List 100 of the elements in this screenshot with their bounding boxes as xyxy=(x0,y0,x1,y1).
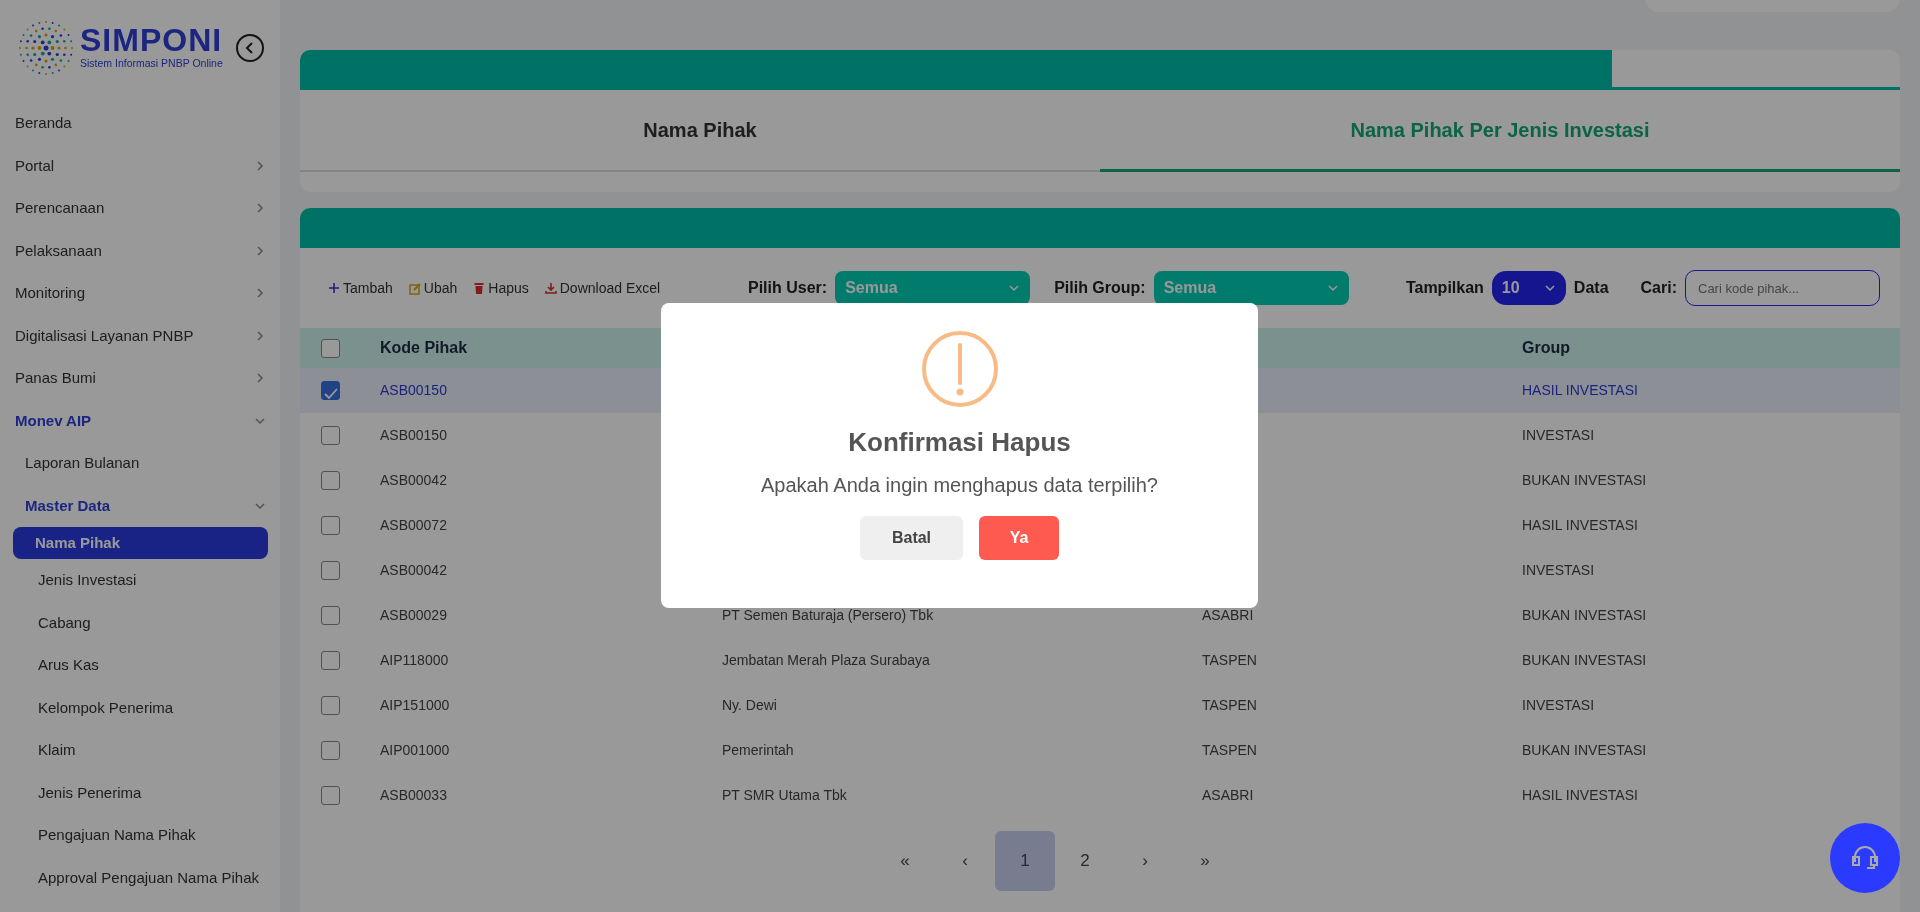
download-icon xyxy=(544,281,557,295)
sidebar-item[interactable]: Cabang xyxy=(0,601,280,644)
sidebar-item[interactable]: Beranda xyxy=(0,102,280,145)
table-cell: INVESTASI xyxy=(1522,427,1595,443)
page-size-label: Tampilkan xyxy=(1405,278,1484,298)
checkbox[interactable] xyxy=(321,471,340,490)
sidebar-item[interactable]: Perencanaan xyxy=(0,187,280,230)
table-cell: BUKAN INVESTASI xyxy=(1522,472,1647,488)
caret-icon xyxy=(1326,282,1339,294)
sidebar-item[interactable]: Monitoring xyxy=(0,272,280,315)
table-cell: ASB00150 xyxy=(380,427,447,443)
table-cell: HASIL INVESTASI xyxy=(1522,382,1638,398)
table-cell: PT SMR Utama Tbk xyxy=(722,787,847,803)
table-cell: HASIL INVESTASI xyxy=(1522,787,1638,803)
sidebar-item[interactable]: Portal xyxy=(0,144,280,187)
chevron-right-icon xyxy=(254,329,266,342)
table-cell: Pemerintah xyxy=(722,742,794,758)
table-cell: INVESTASI xyxy=(1522,697,1595,713)
chevron-right-icon xyxy=(254,159,266,172)
checkbox[interactable] xyxy=(321,696,340,715)
toolbar-button[interactable]: Hapus xyxy=(473,277,529,299)
sidebar-item[interactable]: Jenis Investasi xyxy=(0,559,280,602)
page-button[interactable]: › xyxy=(1115,831,1175,891)
sidebar-item[interactable]: Pengajuan Nama Pihak xyxy=(0,814,280,857)
table-cell: TASPEN xyxy=(1202,742,1257,758)
checkbox[interactable] xyxy=(321,426,340,445)
table-cell: ASB00042 xyxy=(380,472,447,488)
table-cell: ASB00033 xyxy=(380,787,447,803)
column-header: Group xyxy=(1522,339,1570,356)
chevron-right-icon xyxy=(254,244,266,257)
checkbox[interactable] xyxy=(321,516,340,535)
checkbox[interactable] xyxy=(321,786,340,805)
table-cell: TASPEN xyxy=(1202,652,1257,668)
table-cell: PT Semen Baturaja (Persero) Tbk xyxy=(722,607,934,623)
toolbar-button[interactable]: Tambah xyxy=(328,277,393,299)
table-cell: ASB00042 xyxy=(380,562,447,578)
toolbar-button[interactable]: Ubah xyxy=(408,277,458,299)
table-cell: AIP118000 xyxy=(380,652,449,668)
table-cell: BUKAN INVESTASI xyxy=(1522,607,1647,623)
table-cell: ASB00072 xyxy=(380,517,447,533)
sidebar-item[interactable]: Pelaksanaan xyxy=(0,229,280,272)
table-cell: ASABRI xyxy=(1202,787,1254,803)
warning-icon xyxy=(921,331,998,407)
table-cell: Jembatan Merah Plaza Surabaya xyxy=(722,652,930,668)
chevron-right-icon xyxy=(254,202,266,215)
checkbox[interactable] xyxy=(321,561,340,580)
sidebar-item[interactable]: Digitalisasi Layanan PNBP xyxy=(0,314,280,357)
table-cell: ASABRI xyxy=(1202,607,1254,623)
sidebar-item[interactable]: Nama Pihak xyxy=(13,527,268,559)
sidebar-item[interactable]: Monev AIP xyxy=(0,399,280,442)
checkbox[interactable] xyxy=(321,338,340,358)
search-field[interactable]: Cari kode pihak... xyxy=(1685,270,1880,306)
page-size-suffix: Data xyxy=(1573,278,1609,298)
sidebar-item[interactable]: Kelompok Penerima xyxy=(0,686,280,729)
tab[interactable]: Nama Pihak xyxy=(300,90,1100,172)
plus-icon xyxy=(328,281,340,295)
dialog-title: Konfirmasi Hapus xyxy=(847,426,1072,459)
chevron-right-icon xyxy=(254,372,266,385)
table-cell: AIP001000 xyxy=(380,742,450,758)
chevron-right-icon xyxy=(254,287,266,300)
caret-icon xyxy=(1543,282,1556,294)
sidebar-item[interactable]: Arus Kas xyxy=(0,644,280,687)
filter-label: Pilih Group: xyxy=(1054,278,1146,298)
logo-title: SIMPONI xyxy=(80,24,224,57)
table-cell: ASB00029 xyxy=(380,607,447,623)
page-button[interactable]: « xyxy=(875,831,935,891)
checkbox[interactable] xyxy=(321,606,340,625)
dialog-message: Apakah Anda ingin menghapus data terpilih? xyxy=(760,473,1159,498)
table-cell: ASB00150 xyxy=(380,382,447,398)
table-cell: INVESTASI xyxy=(1522,562,1595,578)
checkbox[interactable] xyxy=(321,741,340,760)
page-button[interactable]: 1 xyxy=(995,831,1055,891)
sidebar-item[interactable]: Panas Bumi xyxy=(0,357,280,400)
checkbox[interactable] xyxy=(321,381,340,400)
sidebar-item[interactable]: Master Data xyxy=(0,484,280,527)
table-cell: AIP151000 xyxy=(380,697,450,713)
confirm-button[interactable]: Ya xyxy=(979,516,1059,560)
sidebar-item[interactable]: Approval Pengajuan Nama Pihak xyxy=(0,856,280,899)
table-cell: BUKAN INVESTASI xyxy=(1522,652,1647,668)
search-label: Cari: xyxy=(1640,278,1677,298)
page-button[interactable]: » xyxy=(1175,831,1235,891)
table-cell: HASIL INVESTASI xyxy=(1522,517,1638,533)
trash-icon xyxy=(473,281,486,295)
checkbox[interactable] xyxy=(321,651,340,670)
sidebar-item[interactable]: Klaim xyxy=(0,729,280,772)
page-size-select[interactable]: 10 xyxy=(1491,271,1566,305)
page-button[interactable]: ‹ xyxy=(935,831,995,891)
collapse-button[interactable] xyxy=(236,34,264,62)
edit-icon xyxy=(408,281,421,295)
toolbar-button[interactable]: Download Excel xyxy=(544,277,661,299)
cancel-button[interactable]: Batal xyxy=(860,516,963,560)
column-header: Kode Pihak xyxy=(380,339,468,356)
caret-icon xyxy=(1008,282,1021,294)
table-cell: BUKAN INVESTASI xyxy=(1522,742,1647,758)
logo-icon xyxy=(16,18,76,78)
logo-subtitle: Sistem Informasi PNBP Online xyxy=(80,56,224,72)
page-button[interactable]: 2 xyxy=(1055,831,1115,891)
sidebar-item[interactable]: Jenis Penerima xyxy=(0,771,280,814)
table-cell: Ny. Dewi xyxy=(722,697,777,713)
sidebar-item[interactable]: Laporan Bulanan xyxy=(0,442,280,485)
